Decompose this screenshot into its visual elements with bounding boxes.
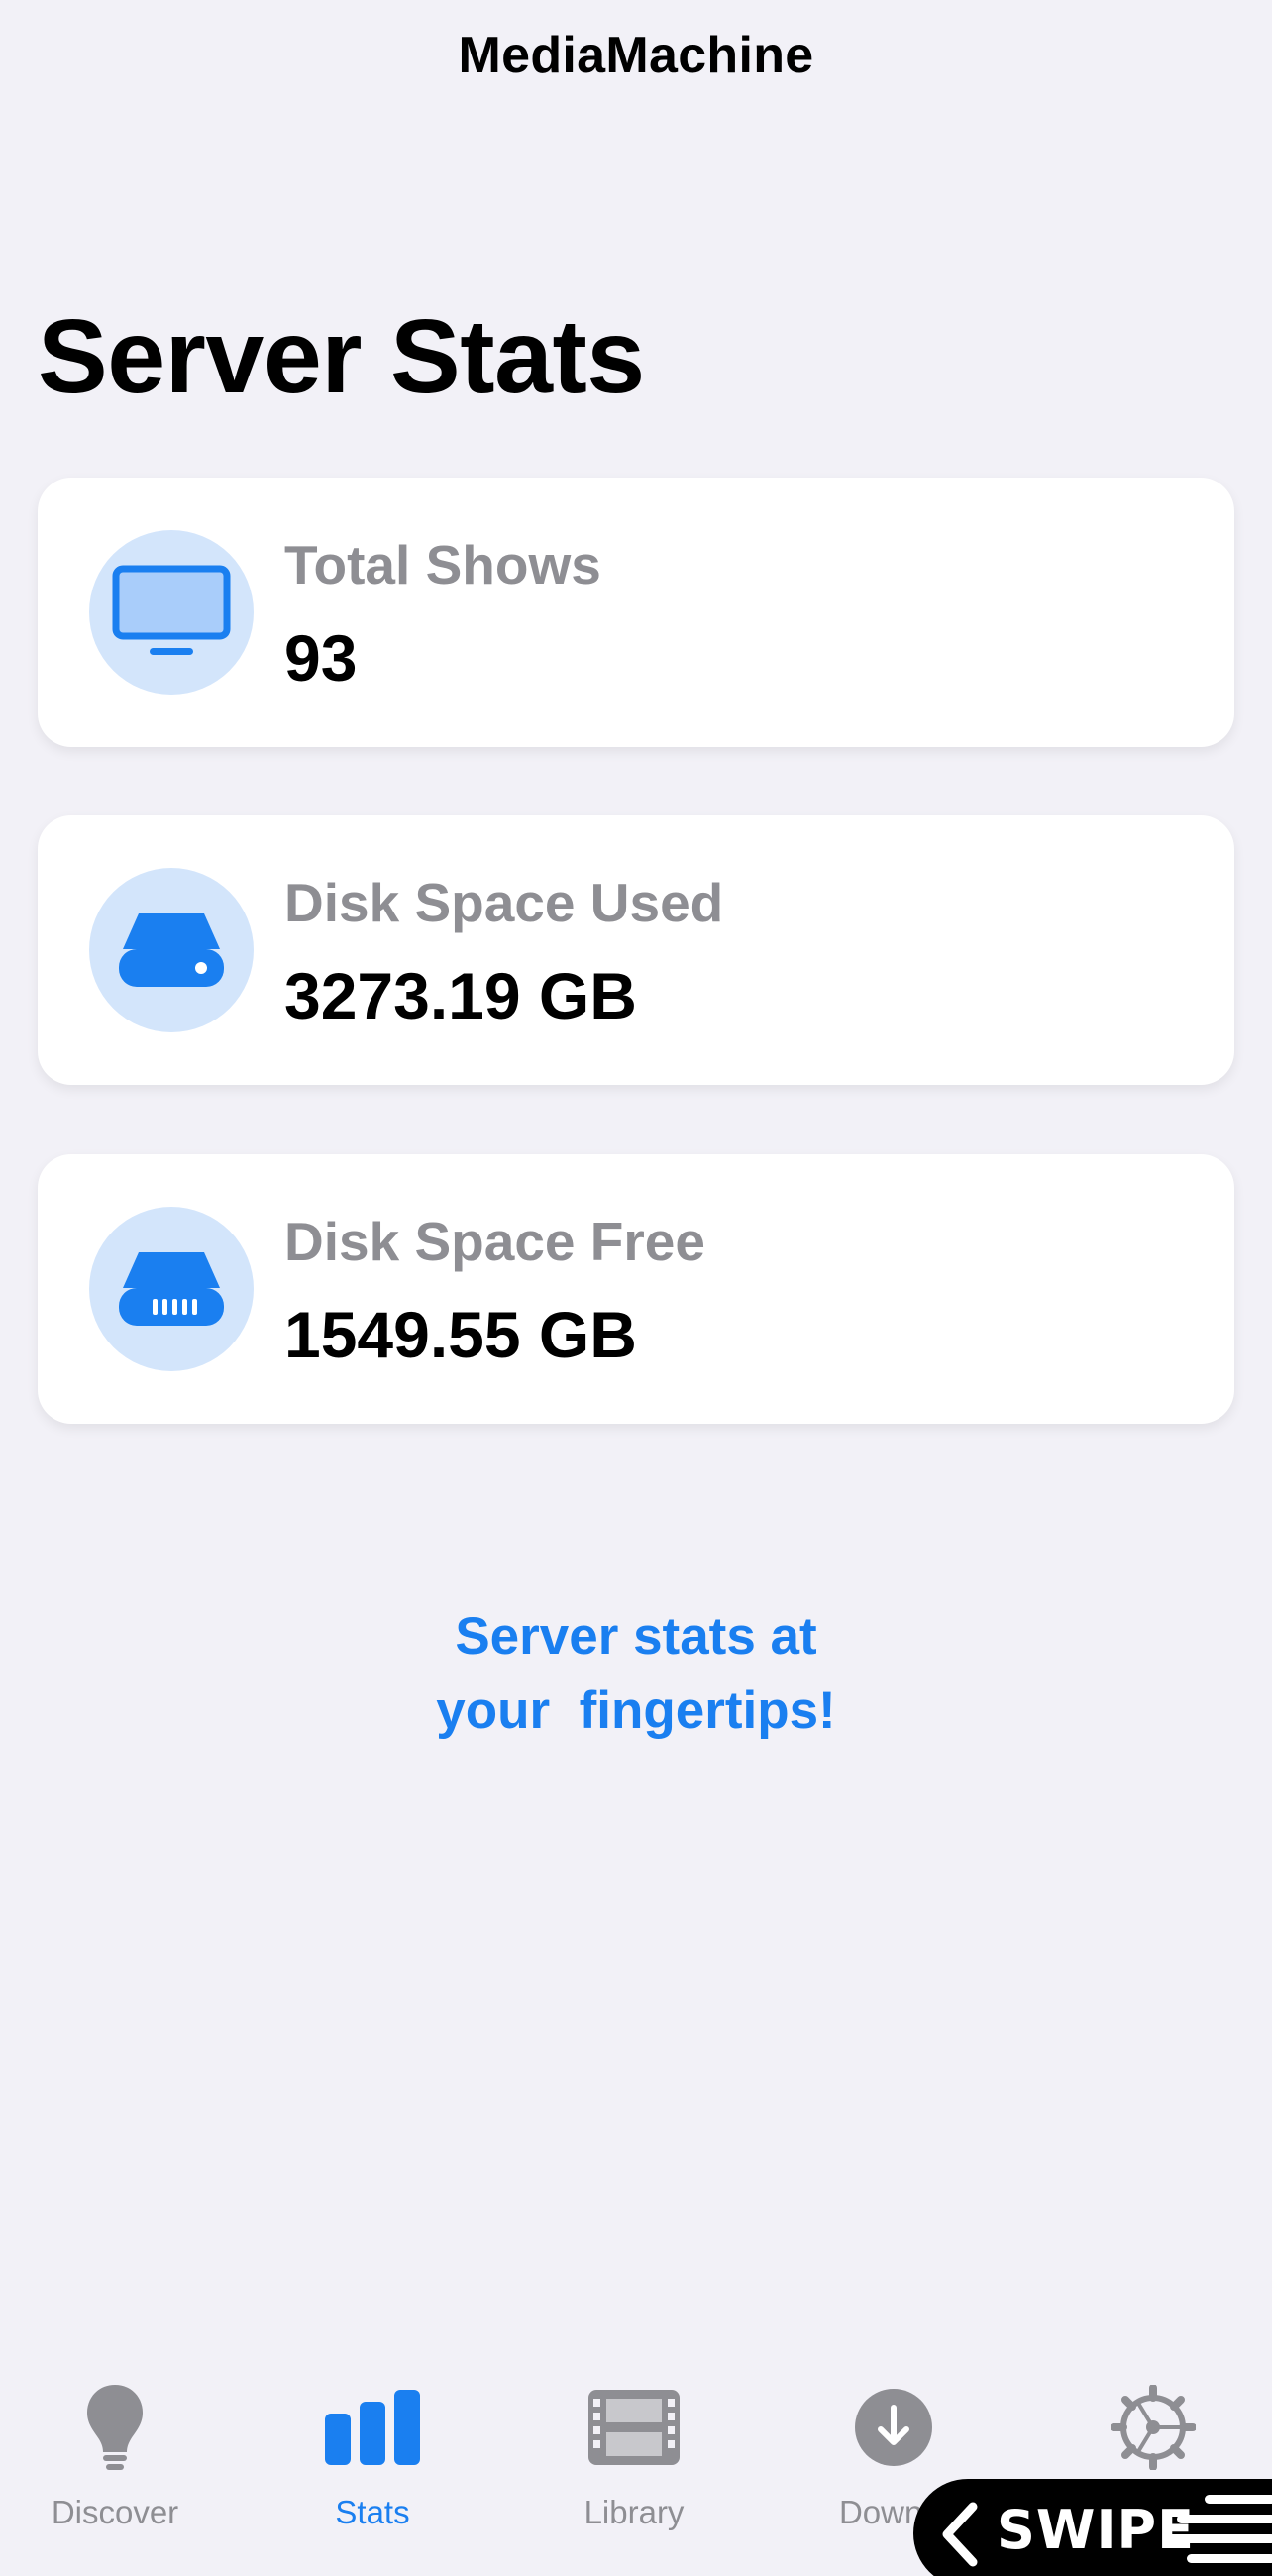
stat-value: 3273.19 GB xyxy=(284,959,637,1032)
stat-card-disk-used: Disk Space Used 3273.19 GB xyxy=(38,815,1234,1085)
swipe-badge[interactable]: SWIPE xyxy=(913,2479,1272,2576)
film-icon xyxy=(507,2378,761,2477)
tab-library[interactable]: Library xyxy=(507,2358,761,2536)
page-title: Server Stats xyxy=(38,298,645,415)
stat-value: 1549.55 GB xyxy=(284,1298,637,1371)
stat-card-disk-free: Disk Space Free 1549.55 GB xyxy=(38,1154,1234,1424)
tv-icon xyxy=(89,530,254,695)
tab-label: Discover xyxy=(51,2494,179,2530)
stat-label: Total Shows xyxy=(284,534,601,595)
tab-stats[interactable]: Stats xyxy=(246,2358,499,2536)
hard-drive-icon xyxy=(89,868,254,1032)
tab-discover[interactable]: Discover xyxy=(0,2358,242,2536)
tagline-line-1: Server stats at xyxy=(455,1607,817,1665)
stat-value: 93 xyxy=(284,621,358,695)
lightbulb-icon xyxy=(0,2378,242,2477)
stat-card-total-shows: Total Shows 93 xyxy=(38,478,1234,747)
tagline: Server stats at your fingertips! xyxy=(0,1599,1272,1748)
bar-chart-icon xyxy=(246,2378,499,2477)
screen: MediaMachine Server Stats Total Shows 93… xyxy=(0,0,1272,2576)
swipe-label: SWIPE xyxy=(997,2499,1196,2561)
download-icon xyxy=(767,2378,1020,2477)
hard-drive-free-icon xyxy=(89,1207,254,1371)
tab-label: Stats xyxy=(335,2494,410,2530)
tagline-line-2: your fingertips! xyxy=(436,1681,836,1740)
tab-label: Library xyxy=(583,2494,685,2530)
stat-label: Disk Space Free xyxy=(284,1211,705,1272)
app-title: MediaMachine xyxy=(458,27,814,84)
stat-label: Disk Space Used xyxy=(284,872,724,933)
gear-icon xyxy=(1026,2378,1272,2477)
menu-lines-icon xyxy=(1167,2495,1272,2563)
chevron-left-icon xyxy=(942,2502,978,2567)
